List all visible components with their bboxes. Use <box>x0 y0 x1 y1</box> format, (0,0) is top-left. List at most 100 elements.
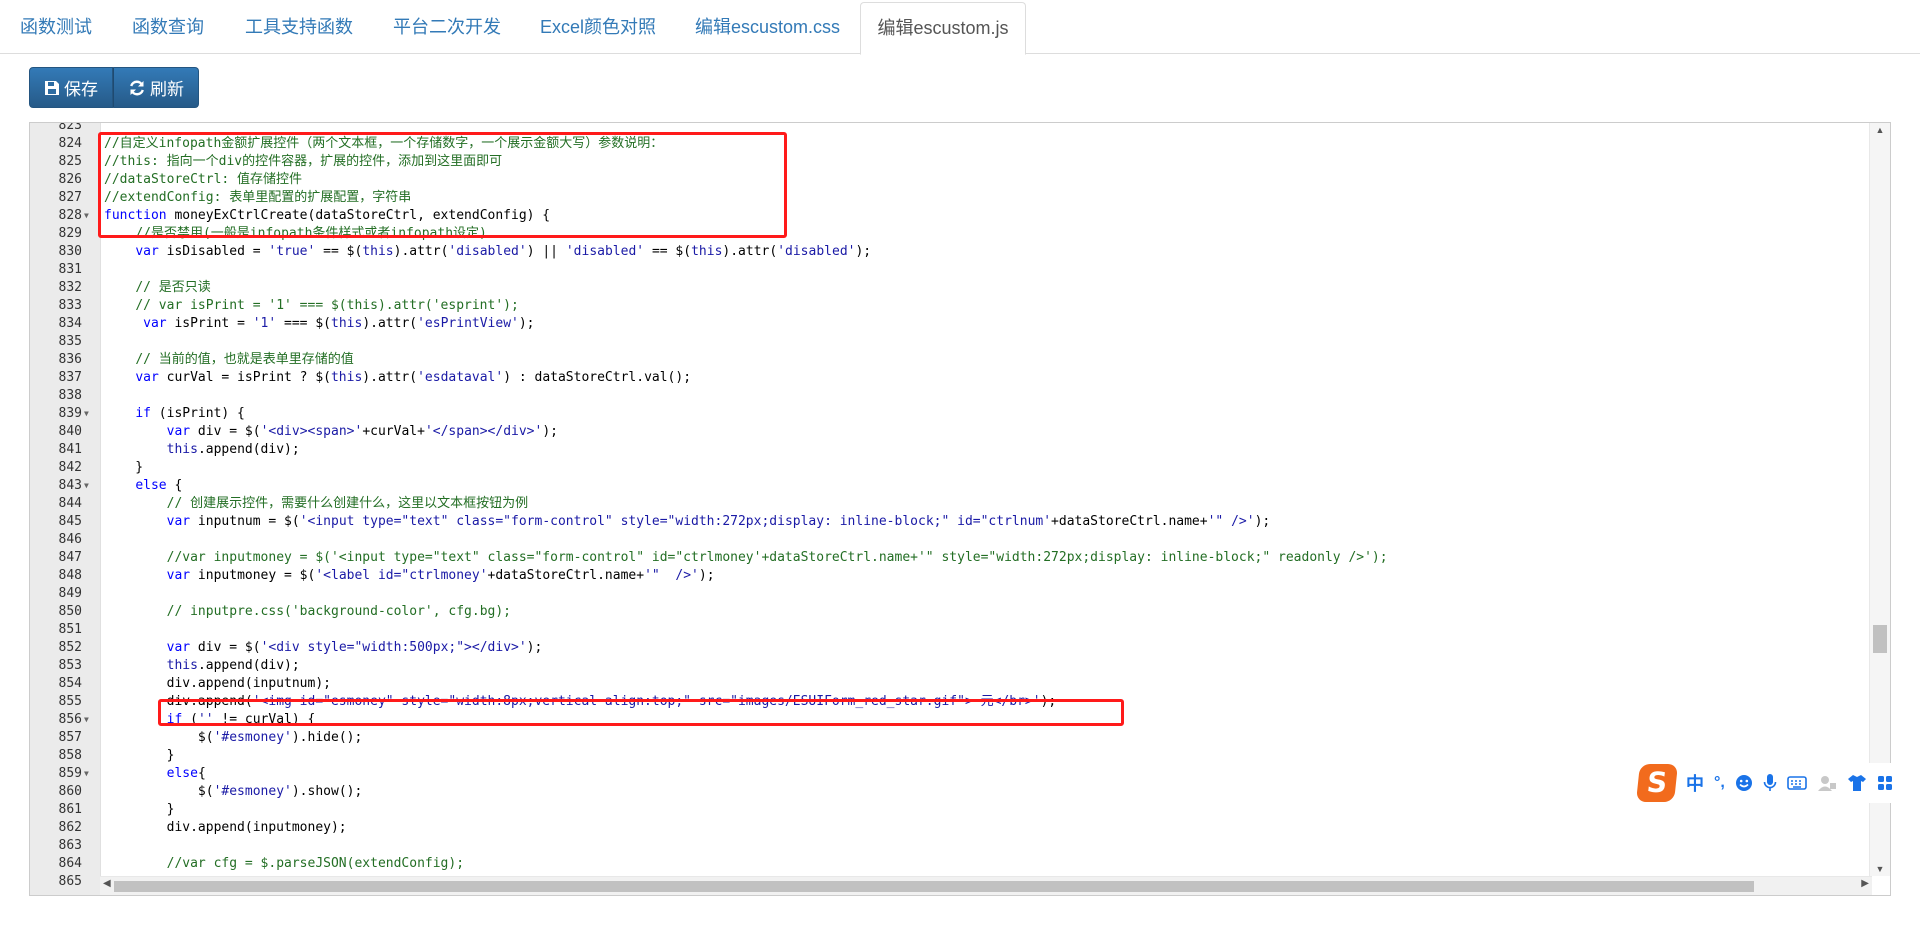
code-text: var isPrint = '1' === $(this).attr('esPr… <box>143 316 535 331</box>
line-number: 853 <box>58 658 82 673</box>
code-line[interactable]: 863 <box>30 837 1860 855</box>
code-text: //var inputmoney = $('<input type="text"… <box>166 550 1388 565</box>
code-line[interactable]: 864 //var cfg = $.parseJSON(extendConfig… <box>30 855 1860 873</box>
microphone-icon[interactable] <box>1763 773 1777 793</box>
code-line[interactable]: 844 // 创建展示控件，需要什么创建什么，这里以文本框按钮为例 <box>30 495 1860 513</box>
code-text: //var cfg = $.parseJSON(extendConfig); <box>166 856 465 871</box>
line-number: 844 <box>58 496 82 511</box>
code-line[interactable]: 850 // inputpre.css('background-color', … <box>30 603 1860 621</box>
refresh-label: 刷新 <box>150 80 184 99</box>
code-line[interactable]: 831 <box>30 261 1860 279</box>
code-line[interactable]: 855 div.append('<img id="esmoney" style=… <box>30 693 1860 711</box>
line-number: 864 <box>58 856 82 871</box>
code-line[interactable]: 823 <box>30 122 1860 135</box>
code-line[interactable]: 837 var curVal = isPrint ? $(this).attr(… <box>30 369 1860 387</box>
sogou-logo-icon[interactable]: S <box>1636 764 1678 802</box>
line-number: 825 <box>58 154 82 169</box>
code-line[interactable]: 833 // var isPrint = '1' === $(this).att… <box>30 297 1860 315</box>
code-text: // 是否只读 <box>135 280 211 295</box>
code-line[interactable]: 854 div.append(inputnum); <box>30 675 1860 693</box>
code-line[interactable]: 836 // 当前的值，也就是表单里存储的值 <box>30 351 1860 369</box>
line-number: 828 <box>58 208 82 223</box>
line-number: 847 <box>58 550 82 565</box>
code-line[interactable]: 856 ▼ if ('' != curVal) { <box>30 711 1860 729</box>
scroll-up-icon[interactable]: ▲ <box>1870 125 1890 135</box>
code-line[interactable]: 839 ▼ if (isPrint) { <box>30 405 1860 423</box>
code-line[interactable]: 845 var inputnum = $('<input type="text"… <box>30 513 1860 531</box>
code-line[interactable]: 834 var isPrint = '1' === $(this).attr('… <box>30 315 1860 333</box>
toolbox-grid-icon[interactable] <box>1877 775 1893 791</box>
code-text: var div = $('<div><span>'+curVal+'</span… <box>166 424 558 439</box>
code-line[interactable]: 830 var isDisabled = 'true' == $(this).a… <box>30 243 1860 261</box>
code-text: var isDisabled = 'true' == $(this).attr(… <box>135 244 872 259</box>
code-line[interactable]: 846 <box>30 531 1860 549</box>
ime-language-toggle[interactable]: 中 <box>1686 770 1704 796</box>
scroll-left-icon[interactable]: ◀ <box>103 878 111 889</box>
code-line[interactable]: 825 //this: 指向一个div的控件容器，扩展的控件，添加到这里面即可 <box>30 153 1860 171</box>
code-editor[interactable]: 823 824 //自定义infopath金额扩展控件（两个文本框，一个存储数字，一… <box>29 122 1891 896</box>
tab-tool-functions[interactable]: 工具支持函数 <box>245 0 353 54</box>
code-line[interactable]: 848 var inputmoney = $('<label id="ctrlm… <box>30 567 1860 585</box>
code-line[interactable]: 861 } <box>30 801 1860 819</box>
skin-shirt-icon[interactable] <box>1847 774 1867 792</box>
tab-edit-js[interactable]: 编辑escustom.js <box>860 2 1026 55</box>
code-line[interactable]: 843 ▼ else { <box>30 477 1860 495</box>
emoji-icon[interactable] <box>1735 774 1753 792</box>
line-number: 851 <box>58 622 82 637</box>
code-line[interactable]: 841 this.append(div); <box>30 441 1860 459</box>
tab-function-query[interactable]: 函数查询 <box>132 0 204 54</box>
code-line[interactable]: 840 var div = $('<div><span>'+curVal+'</… <box>30 423 1860 441</box>
tab-function-test[interactable]: 函数测试 <box>20 0 92 54</box>
code-line[interactable]: 859 ▼ else{ <box>30 765 1860 783</box>
code-text: else { <box>135 478 183 493</box>
code-line[interactable]: 842 } <box>30 459 1860 477</box>
tab-excel-colors[interactable]: Excel颜色对照 <box>540 0 656 54</box>
code-line[interactable]: 826 //dataStoreCtrl: 值存储控件 <box>30 171 1860 189</box>
line-number: 850 <box>58 604 82 619</box>
code-line[interactable]: 835 <box>30 333 1860 351</box>
code-line[interactable]: 860 $('#esmoney').show(); <box>30 783 1860 801</box>
code-line[interactable]: 851 <box>30 621 1860 639</box>
code-line[interactable]: 829 //是否禁用(一般是infopath条件样式或者infopath设定) <box>30 225 1860 243</box>
user-icon[interactable] <box>1817 774 1837 792</box>
fold-toggle-icon[interactable]: ▼ <box>84 711 94 729</box>
fold-toggle-icon[interactable]: ▼ <box>84 765 94 783</box>
code-line[interactable]: 847 //var inputmoney = $('<input type="t… <box>30 549 1860 567</box>
code-line[interactable]: 824 //自定义infopath金额扩展控件（两个文本框，一个存储数字，一个展示… <box>30 135 1860 153</box>
horizontal-scrollbar[interactable]: ◀ ▶ <box>100 876 1872 895</box>
keyboard-icon[interactable] <box>1787 775 1807 791</box>
line-number: 856 <box>58 712 82 727</box>
code-line[interactable]: 857 $('#esmoney').hide(); <box>30 729 1860 747</box>
line-number: 823 <box>58 122 82 133</box>
code-line[interactable]: 828 ▼ function moneyExCtrlCreate(dataStore… <box>30 207 1860 225</box>
code-line[interactable]: 852 var div = $('<div style="width:500px… <box>30 639 1860 657</box>
line-number: 857 <box>58 730 82 745</box>
save-button[interactable]: 保存 <box>29 67 113 108</box>
toolbar: 保存 刷新 <box>29 67 199 108</box>
fold-toggle-icon[interactable]: ▼ <box>84 405 94 423</box>
fold-toggle-icon[interactable]: ▼ <box>84 477 94 495</box>
refresh-button[interactable]: 刷新 <box>113 67 199 108</box>
code-line[interactable]: 832 // 是否只读 <box>30 279 1860 297</box>
fold-toggle-icon[interactable]: ▼ <box>84 207 94 225</box>
scroll-right-icon[interactable]: ▶ <box>1861 878 1869 889</box>
code-text: //dataStoreCtrl: 值存储控件 <box>104 172 303 187</box>
scroll-down-icon[interactable]: ▼ <box>1870 864 1890 874</box>
code-text: } <box>104 802 175 817</box>
code-line[interactable]: 853 this.append(div); <box>30 657 1860 675</box>
horizontal-scroll-thumb[interactable] <box>114 881 1754 892</box>
tab-edit-css[interactable]: 编辑escustom.css <box>695 0 840 54</box>
code-line[interactable]: 849 <box>30 585 1860 603</box>
code-line[interactable]: 838 <box>30 387 1860 405</box>
code-text: // var isPrint = '1' === $(this).attr('e… <box>135 298 519 313</box>
code-line[interactable]: 827 //extendConfig: 表单里配置的扩展配置，字符串 <box>30 189 1860 207</box>
tab-platform-dev[interactable]: 平台二次开发 <box>393 0 501 54</box>
vertical-scroll-thumb[interactable] <box>1873 625 1887 653</box>
ime-punctuation-toggle[interactable]: °, <box>1714 774 1725 792</box>
line-number: 861 <box>58 802 82 817</box>
code-text: // inputpre.css('background-color', cfg.… <box>166 604 511 619</box>
code-line[interactable]: 858 } <box>30 747 1860 765</box>
code-text: div.append(inputmoney); <box>104 820 347 835</box>
code-line[interactable]: 862 div.append(inputmoney); <box>30 819 1860 837</box>
line-number: 827 <box>58 190 82 205</box>
